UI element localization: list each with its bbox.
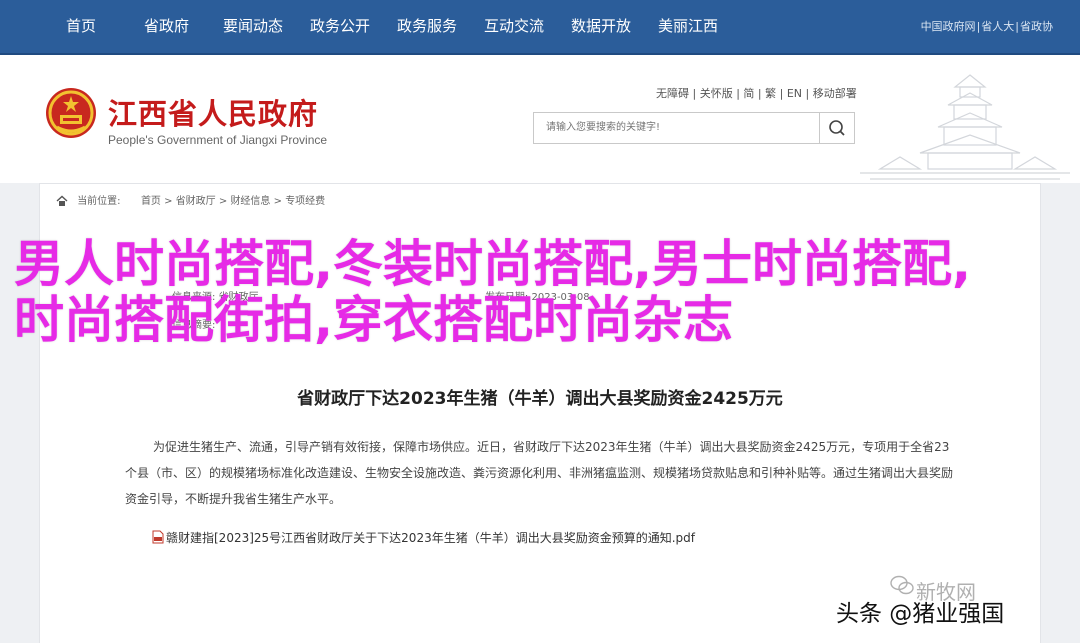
breadcrumb-home[interactable]: 首页 (141, 196, 161, 207)
tengwang-pavilion-illustration (860, 74, 1070, 180)
breadcrumb-finance-dept[interactable]: 省财政厅 (176, 196, 216, 207)
nav-item-gov-affairs-open[interactable]: 政务公开 (310, 0, 370, 53)
link-provincial-congress[interactable]: 省人大 (981, 20, 1014, 33)
breadcrumb: 当前位置: 首页 > 省财政厅 > 财经信息 > 专项经费 (56, 192, 325, 207)
search-box (533, 112, 855, 144)
article-body: 为促进生猪生产、流通，引导产销有效衔接，保障市场供应。近日，省财政厅下达2023… (125, 440, 954, 506)
search-input[interactable] (534, 113, 821, 141)
top-navigation-bar: 首页 省政府 要闻动态 政务公开 政务服务 互动交流 数据开放 美丽江西 中国政… (0, 0, 1080, 55)
overlay-headline: 男人时尚搭配,冬装时尚搭配,男士时尚搭配,时尚搭配街拍,穿衣搭配时尚杂志 (14, 235, 971, 349)
site-header: 江西省人民政府 People's Government of Jiangxi P… (0, 55, 1080, 183)
breadcrumb-label: 当前位置: (77, 196, 121, 207)
national-emblem-icon (46, 88, 96, 138)
link-traditional[interactable]: 繁 (765, 87, 776, 100)
link-china-gov[interactable]: 中国政府网 (921, 20, 976, 33)
top-external-links: 中国政府网|省人大|省政协 (920, 20, 1053, 33)
nav-item-home[interactable]: 首页 (66, 0, 96, 53)
nav-item-beautiful-jiangxi[interactable]: 美丽江西 (658, 0, 718, 53)
search-icon (829, 120, 845, 136)
wechat-logo-icon (890, 575, 914, 595)
search-button[interactable] (819, 113, 854, 143)
nav-item-interaction[interactable]: 互动交流 (484, 0, 544, 53)
site-title[interactable]: 江西省人民政府 (108, 91, 318, 133)
link-english[interactable]: EN (787, 87, 802, 100)
breadcrumb-special-funds[interactable]: 专项经费 (285, 196, 325, 207)
pdf-file-icon (152, 530, 164, 544)
attachment-link[interactable]: 赣财建指[2023]25号江西省财政厅关于下达2023年生猪（牛羊）调出大县奖励… (152, 529, 695, 546)
attachment-filename: 赣财建指[2023]25号江西省财政厅关于下达2023年生猪（牛羊）调出大县奖励… (166, 531, 695, 545)
site-subtitle: People's Government of Jiangxi Province (108, 133, 328, 147)
breadcrumb-finance-info[interactable]: 财经信息 (230, 196, 270, 207)
link-elder-mode[interactable]: 关怀版 (700, 87, 733, 100)
link-simplified[interactable]: 简 (743, 87, 754, 100)
author-byline: 头条 @猪业强国 (836, 601, 1005, 627)
nav-item-gov-services[interactable]: 政务服务 (397, 0, 457, 53)
nav-item-provincial-gov[interactable]: 省政府 (144, 0, 189, 53)
nav-item-news[interactable]: 要闻动态 (223, 0, 283, 53)
link-accessibility[interactable]: 无障碍 (656, 87, 689, 100)
article-title: 省财政厅下达2023年生猪（牛羊）调出大县奖励资金2425万元 (297, 389, 783, 409)
link-provincial-cppcc[interactable]: 省政协 (1020, 20, 1053, 33)
link-mobile[interactable]: 移动部署 (813, 87, 857, 100)
nav-item-open-data[interactable]: 数据开放 (571, 0, 631, 53)
utility-links: 无障碍 | 关怀版 | 简 | 繁 | EN | 移动部署 (656, 87, 857, 100)
location-home-icon (56, 195, 68, 206)
